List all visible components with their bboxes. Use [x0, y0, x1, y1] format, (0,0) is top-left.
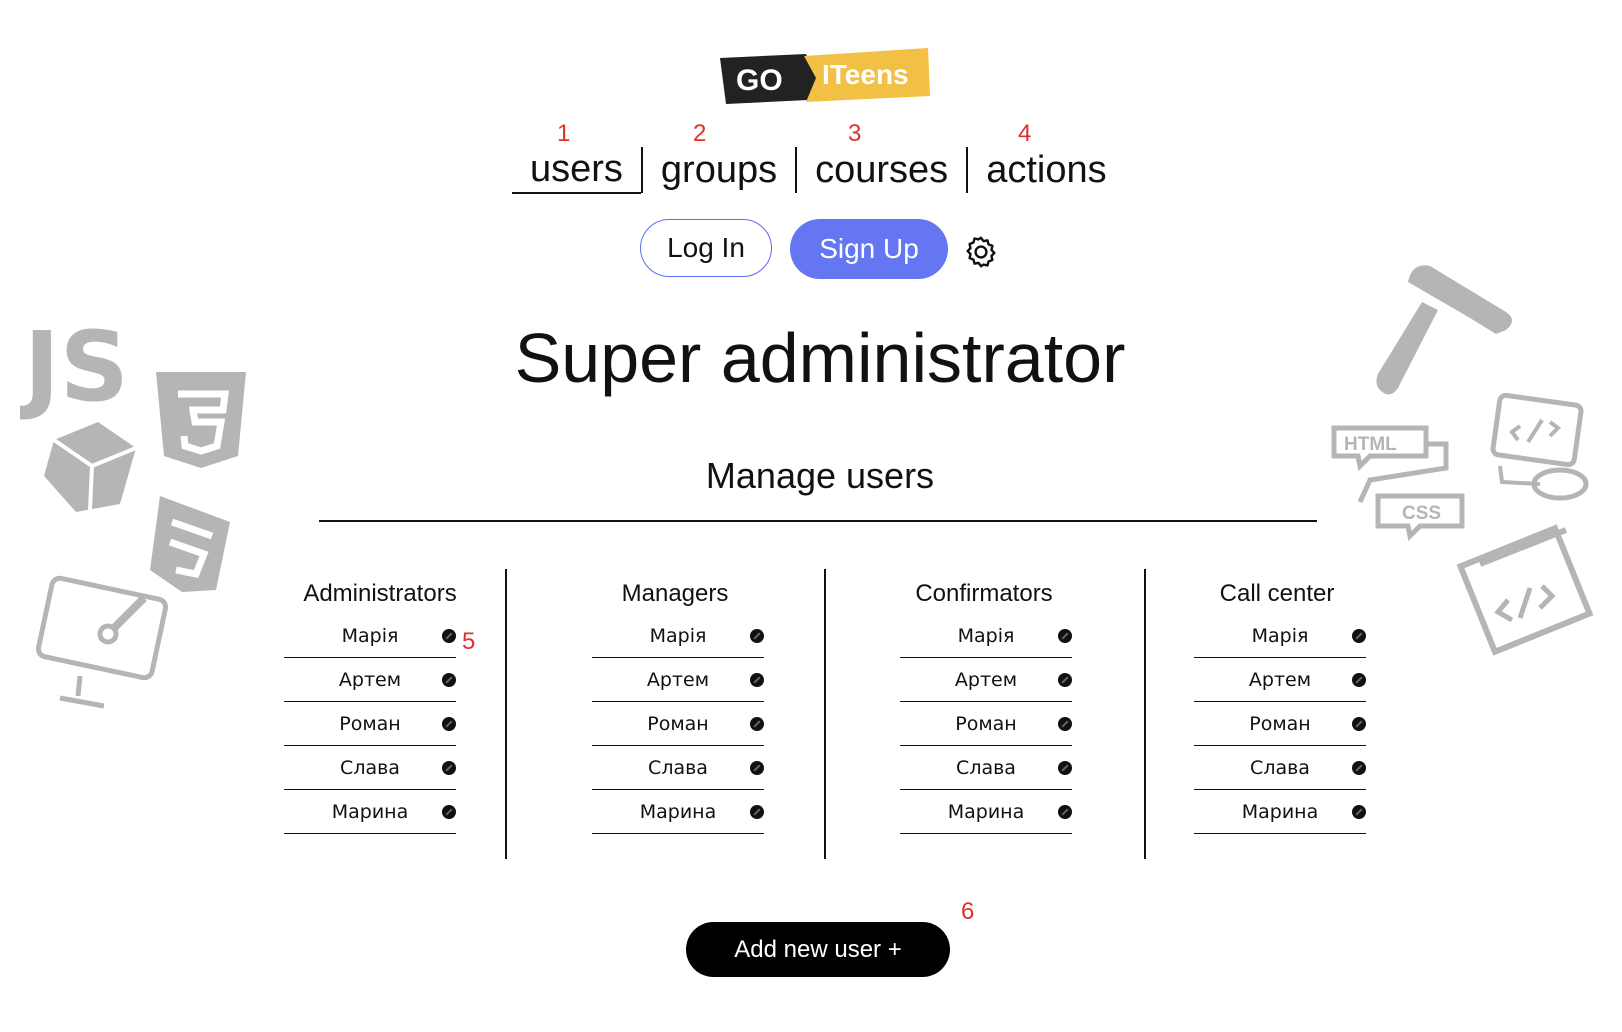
user-row: Слава — [1194, 746, 1366, 790]
annotation-6: 6 — [961, 898, 975, 925]
gear-icon[interactable] — [963, 234, 999, 270]
user-name: Роман — [339, 712, 401, 735]
user-row: Роман — [284, 702, 456, 746]
user-row: Марія — [284, 614, 456, 658]
user-row: Марія — [592, 614, 764, 658]
nav-courses[interactable]: courses — [797, 145, 966, 195]
user-name: Марія — [341, 624, 399, 647]
main-nav: users groups courses actions — [512, 145, 1125, 195]
user-name: Марина — [947, 800, 1025, 823]
edit-icon[interactable] — [750, 716, 764, 731]
html-tag-icon: HTML — [1331, 425, 1429, 472]
user-name: Марія — [1251, 624, 1309, 647]
edit-icon[interactable] — [1058, 716, 1072, 731]
annotation-4: 4 — [1018, 120, 1032, 147]
edit-icon[interactable] — [750, 804, 764, 819]
edit-icon[interactable] — [1058, 628, 1072, 643]
nav-actions[interactable]: actions — [968, 145, 1124, 195]
user-row: Артем — [900, 658, 1072, 702]
edit-icon[interactable] — [1352, 672, 1366, 687]
user-row: Марія — [900, 614, 1072, 658]
column-divider — [505, 569, 507, 859]
user-row: Марина — [284, 790, 456, 834]
user-name: Марина — [331, 800, 409, 823]
css-tag-icon: CSS — [1375, 493, 1465, 542]
edit-icon[interactable] — [750, 672, 764, 687]
user-row: Марина — [592, 790, 764, 834]
column-title-administrators: Administrators — [303, 580, 457, 607]
edit-icon[interactable] — [1352, 760, 1366, 775]
user-row: Марина — [1194, 790, 1366, 834]
logo-iteens: ITeens — [822, 59, 909, 90]
user-name: Артем — [954, 668, 1018, 691]
html5-shield-icon — [156, 372, 246, 468]
user-name: Артем — [646, 668, 710, 691]
user-name: Марина — [639, 800, 717, 823]
user-name: Слава — [340, 756, 400, 779]
edit-icon[interactable] — [750, 628, 764, 643]
html-tag-text: HTML — [1344, 434, 1397, 455]
css3-shield-icon — [150, 496, 230, 592]
edit-icon[interactable] — [1058, 672, 1072, 687]
add-new-user-button[interactable]: Add new user + — [686, 922, 950, 977]
column-divider — [824, 569, 826, 859]
edit-icon[interactable] — [1352, 716, 1366, 731]
design-monitor-icon — [35, 575, 169, 709]
user-name: Артем — [1248, 668, 1312, 691]
code-browser-icon — [1456, 524, 1594, 656]
user-name: Роман — [647, 712, 709, 735]
user-row: Роман — [900, 702, 1072, 746]
annotation-2: 2 — [693, 120, 707, 147]
user-list-managers: Марія Артем Роман Слава Марина — [592, 614, 764, 834]
edit-icon[interactable] — [750, 760, 764, 775]
edit-icon[interactable] — [1058, 760, 1072, 775]
user-row: Марина — [900, 790, 1072, 834]
box-3d-icon — [44, 422, 137, 512]
right-decoration: HTML CSS — [1331, 265, 1594, 656]
user-name: Роман — [955, 712, 1017, 735]
user-row: Слава — [284, 746, 456, 790]
goiteens-logo: GO ITeens — [720, 48, 930, 104]
nav-groups[interactable]: groups — [643, 145, 795, 195]
user-name: Слава — [956, 756, 1016, 779]
logo-go: GO — [736, 64, 783, 97]
edit-icon[interactable] — [442, 672, 456, 687]
column-divider — [1144, 569, 1146, 859]
user-name: Роман — [1249, 712, 1311, 735]
annotation-3: 3 — [848, 120, 862, 147]
nav-users[interactable]: users — [512, 146, 641, 194]
user-name: Марія — [957, 624, 1015, 647]
column-title-managers: Managers — [621, 580, 729, 607]
user-name: Марина — [1241, 800, 1319, 823]
edit-icon[interactable] — [1352, 804, 1366, 819]
annotation-1: 1 — [557, 120, 571, 147]
user-row: Слава — [592, 746, 764, 790]
login-button[interactable]: Log In — [640, 219, 772, 277]
user-row: Роман — [1194, 702, 1366, 746]
user-row: Слава — [900, 746, 1072, 790]
user-row: Роман — [592, 702, 764, 746]
css-tag-text: CSS — [1402, 503, 1441, 524]
edit-icon[interactable] — [442, 760, 456, 775]
js-logo-icon: JS — [20, 311, 129, 423]
user-name: Слава — [648, 756, 708, 779]
edit-icon[interactable] — [442, 804, 456, 819]
edit-icon[interactable] — [442, 716, 456, 731]
column-title-confirmators: Confirmators — [915, 580, 1053, 607]
edit-icon[interactable] — [1058, 804, 1072, 819]
user-list-administrators: Марія Артем Роман Слава Марина — [284, 614, 456, 834]
user-row: Артем — [592, 658, 764, 702]
user-row: Артем — [284, 658, 456, 702]
annotation-5: 5 — [462, 628, 476, 655]
user-name: Слава — [1250, 756, 1310, 779]
user-name: Артем — [338, 668, 402, 691]
user-name: Марія — [649, 624, 707, 647]
signup-button[interactable]: Sign Up — [790, 219, 948, 279]
pickaxe-icon — [1376, 265, 1512, 395]
code-monitor-gamepad-icon — [1490, 392, 1589, 501]
user-list-confirmators: Марія Артем Роман Слава Марина — [900, 614, 1072, 834]
section-divider — [319, 520, 1317, 522]
edit-icon[interactable] — [442, 628, 456, 643]
left-decoration: JS — [20, 311, 246, 709]
